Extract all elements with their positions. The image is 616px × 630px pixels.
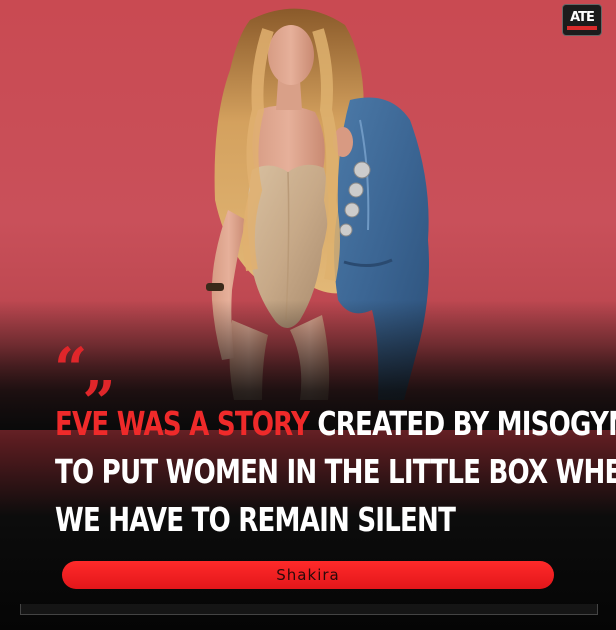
brand-logo: ATE [562, 4, 602, 36]
quote-line-1: EVE WAS A STORY CREATED BY MISOGYNISTS [55, 400, 616, 448]
quote-card: ATE “„ EVE WAS A STORY CREATED BY MISOGY… [0, 0, 616, 630]
quote-line-3: WE HAVE TO REMAIN SILENT [55, 500, 456, 539]
quote-mark-icon: “„ [54, 335, 117, 403]
quote-highlight: EVE WAS A STORY [55, 404, 310, 443]
brand-logo-text: ATE [570, 9, 595, 25]
quote-line-1-rest: CREATED BY MISOGYNISTS [317, 404, 616, 443]
quote-line-2: TO PUT WOMEN IN THE LITTLE BOX WHERE [55, 452, 616, 491]
author-name: Shakira [276, 566, 340, 584]
quote-text: EVE WAS A STORY CREATED BY MISOGYNISTS T… [55, 400, 616, 544]
brand-logo-bar [567, 25, 597, 30]
author-badge: Shakira [62, 561, 554, 589]
bottom-frame [20, 604, 598, 615]
